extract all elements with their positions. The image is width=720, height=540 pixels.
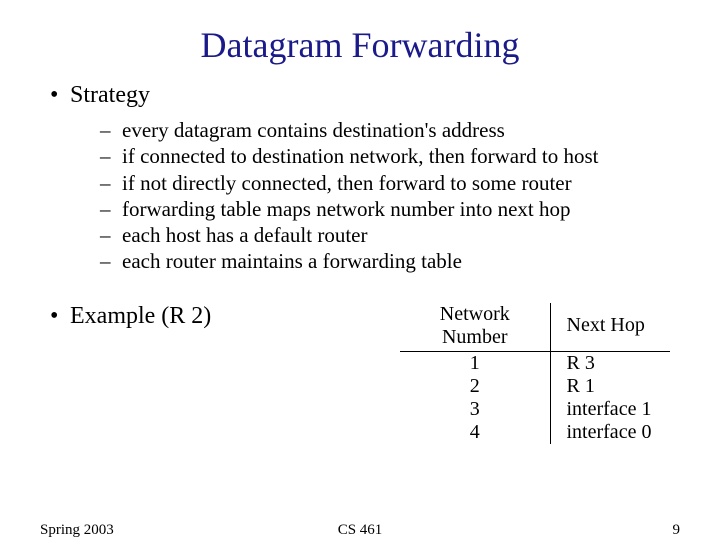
- bullet-label: Strategy: [70, 82, 150, 108]
- forwarding-table: Network Number Next Hop 1 R 3 2 R 1 3 in…: [400, 303, 670, 444]
- sub-bullet: –forwarding table maps network number in…: [100, 196, 680, 222]
- sub-text: every datagram contains destination's ad…: [122, 118, 505, 142]
- sub-bullet: –each host has a default router: [100, 222, 680, 248]
- table-row: 2 R 1: [400, 375, 670, 398]
- dash-icon: –: [100, 143, 122, 169]
- slide: Datagram Forwarding •Strategy –every dat…: [0, 0, 720, 540]
- table-row: 3 interface 1: [400, 398, 670, 421]
- example-row: •Example (R 2) Network Number Next Hop 1…: [40, 303, 680, 444]
- sub-bullet: –if not directly connected, then forward…: [100, 170, 680, 196]
- table-row: 1 R 3: [400, 351, 670, 375]
- sub-text: each host has a default router: [122, 223, 367, 247]
- dash-icon: –: [100, 196, 122, 222]
- bullet-label: Example (R 2): [70, 303, 211, 329]
- table-row: 4 interface 0: [400, 421, 670, 444]
- dash-icon: –: [100, 117, 122, 143]
- sub-bullet: –if connected to destination network, th…: [100, 143, 680, 169]
- dash-icon: –: [100, 170, 122, 196]
- table-cell: 4: [400, 421, 550, 444]
- table-cell: 3: [400, 398, 550, 421]
- sub-bullet: –every datagram contains destination's a…: [100, 117, 680, 143]
- footer-course: CS 461: [0, 522, 720, 539]
- table-header-row: Network Number Next Hop: [400, 303, 670, 352]
- table-cell: interface 0: [550, 421, 670, 444]
- strategy-sublist: –every datagram contains destination's a…: [100, 117, 680, 275]
- dash-icon: –: [100, 248, 122, 274]
- table-header: Next Hop: [550, 303, 670, 352]
- table-cell: 2: [400, 375, 550, 398]
- table-cell: 1: [400, 351, 550, 375]
- table-header: Network Number: [400, 303, 550, 352]
- sub-bullet: –each router maintains a forwarding tabl…: [100, 248, 680, 274]
- bullet-example: •Example (R 2): [50, 303, 211, 330]
- table-cell: interface 1: [550, 398, 670, 421]
- footer-page-number: 9: [673, 522, 681, 539]
- dash-icon: –: [100, 222, 122, 248]
- bullet-dot-icon: •: [50, 82, 70, 109]
- sub-text: forwarding table maps network number int…: [122, 197, 570, 221]
- sub-text: if not directly connected, then forward …: [122, 171, 572, 195]
- sub-text: each router maintains a forwarding table: [122, 249, 462, 273]
- table-cell: R 1: [550, 375, 670, 398]
- table-cell: R 3: [550, 351, 670, 375]
- table: Network Number Next Hop 1 R 3 2 R 1 3 in…: [400, 303, 670, 444]
- bullet-strategy: •Strategy: [50, 82, 680, 109]
- sub-text: if connected to destination network, the…: [122, 144, 598, 168]
- slide-title: Datagram Forwarding: [40, 24, 680, 66]
- bullet-dot-icon: •: [50, 303, 70, 330]
